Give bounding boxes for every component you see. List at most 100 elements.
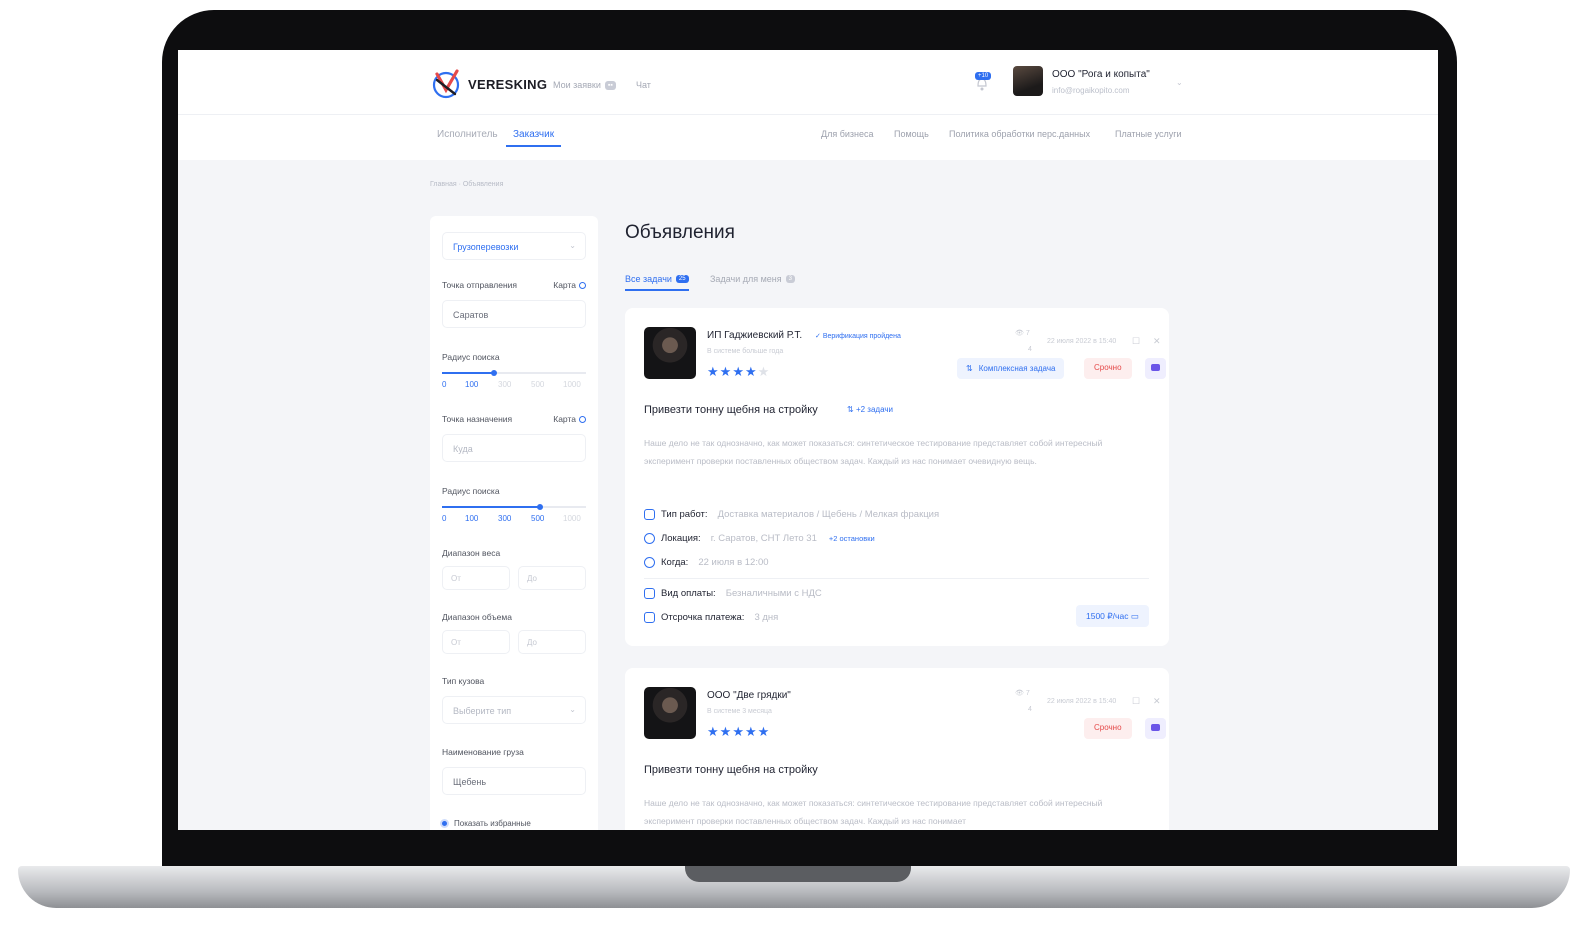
extra-stops-link[interactable]: +2 остановки — [829, 534, 875, 543]
bell-icon[interactable]: +10 — [973, 72, 992, 92]
destination-label: Точка назначения — [442, 414, 513, 424]
close-icon[interactable]: ✕ — [1153, 696, 1161, 707]
star-icon: ★ — [757, 364, 771, 379]
slider-fill — [442, 372, 494, 374]
price-badge[interactable]: 1500 ₽/час ▭ — [1076, 605, 1149, 627]
notification-badge: +10 — [975, 72, 992, 80]
star-icon: ★ — [719, 724, 733, 739]
card-icon: ▭ — [1130, 611, 1139, 621]
origin-value: Саратов — [453, 310, 489, 320]
clock-icon — [644, 557, 655, 568]
complex-task-badge[interactable]: ⇅ Комплексная задача — [957, 358, 1065, 379]
sub-navigation: Исполнитель Заказчик Для бизнеса Помощь … — [178, 115, 1438, 160]
listing-card[interactable]: ИП Гаджиевский Р.Т. ✓ Верификация пройде… — [625, 308, 1169, 646]
tick: 500 — [531, 514, 545, 523]
radius-slider-1[interactable] — [442, 370, 586, 376]
origin-map-link[interactable]: Карта — [553, 280, 586, 290]
chevron-down-icon: ⌄ — [569, 705, 576, 714]
tab-tasks-for-me-label: Задачи для меня — [710, 274, 782, 284]
company-name[interactable]: ООО "Рога и копыта" — [1052, 69, 1150, 80]
link-privacy[interactable]: Политика обработки перс.данных — [949, 129, 1090, 139]
cargo-name-value: Щебень — [453, 777, 487, 787]
star-icon: ★ — [719, 364, 733, 379]
tab-all-tasks-count: 25 — [675, 275, 689, 283]
origin-input[interactable]: Саратов — [442, 300, 586, 328]
listing-description: Наше дело не так однозначно, как может п… — [644, 798, 1103, 826]
chat-icon[interactable] — [1145, 718, 1166, 739]
views-value: 7 — [1025, 330, 1030, 337]
views-count: 👁 7 — [1015, 690, 1030, 697]
star-icon: ★ — [744, 364, 758, 379]
link-paid-services[interactable]: Платные услуги — [1115, 129, 1182, 139]
verified-label: Верификация пройдена — [822, 333, 901, 340]
chevron-down-icon: ⌄ — [569, 241, 576, 250]
slider-handle[interactable] — [491, 370, 497, 376]
tab-executor[interactable]: Исполнитель — [437, 129, 498, 145]
tab-customer[interactable]: Заказчик — [506, 129, 562, 147]
listing-author[interactable]: ИП Гаджиевский Р.Т. — [707, 330, 802, 341]
rating-stars: ★★★★★ — [707, 364, 770, 380]
listing-description: Наше дело не так однозначно, как может п… — [644, 438, 1103, 466]
tick: 0 — [442, 514, 447, 523]
location-icon — [644, 533, 655, 544]
radius-slider-2[interactable] — [442, 504, 586, 510]
top-bar: VERESKING Мои заявки ▪▪ Чат +10 ООО "Рог… — [178, 50, 1438, 115]
volume-from-input[interactable]: От — [442, 630, 510, 654]
nav-chat[interactable]: Чат — [636, 80, 651, 90]
logo-icon — [432, 69, 460, 99]
extra-tasks-link[interactable]: ⇅ +2 задачи — [847, 405, 893, 414]
chat-icon[interactable] — [1145, 358, 1166, 379]
avatar — [644, 327, 696, 379]
star-icon: ★ — [732, 364, 745, 379]
tab-all-tasks[interactable]: Все задачи 25 — [625, 274, 689, 291]
destination-input[interactable]: Куда — [442, 434, 586, 462]
volume-to-input[interactable]: До — [518, 630, 586, 654]
cargo-name-input[interactable]: Щебень — [442, 767, 586, 795]
detail-value: Безналичными с НДС — [725, 588, 822, 599]
link-help[interactable]: Помощь — [894, 129, 929, 139]
urgent-badge: Срочно — [1084, 718, 1132, 739]
tick: 500 — [531, 380, 545, 389]
category-select[interactable]: Грузоперевозки ⌄ — [442, 232, 586, 260]
destination-map-link[interactable]: Карта — [553, 414, 586, 424]
tick: 1000 — [563, 380, 581, 389]
page-title: Объявления — [625, 222, 735, 243]
company-email: info@rogaikopito.com — [1052, 86, 1130, 95]
detail-label: Локация: — [661, 533, 701, 544]
tick: 100 — [465, 514, 479, 523]
bookmark-icon[interactable]: ☐ — [1132, 336, 1140, 347]
radius-label-1: Радиус поиска — [442, 352, 500, 362]
listing-title[interactable]: Привезти тонну щебня на стройку — [644, 404, 818, 416]
detail-value: г. Саратов, СНТ Лето 31 — [710, 533, 817, 544]
listing-card[interactable]: ООО "Две грядки" В системе 3 месяца ★★★★… — [625, 668, 1169, 830]
detail-value: 3 дня — [754, 612, 779, 623]
cargo-name-label: Наименование груза — [442, 747, 524, 757]
listing-author[interactable]: ООО "Две грядки" — [707, 690, 791, 701]
radio-selected-icon[interactable] — [440, 819, 449, 828]
listing-title[interactable]: Привезти тонну щебня на стройку — [644, 764, 818, 776]
detail-when: Когда: 22 июля в 12:00 — [644, 557, 769, 568]
filters-sidebar: Грузоперевозки ⌄ Точка отправления Карта… — [430, 216, 598, 830]
breadcrumb[interactable]: Главная · Объявления — [430, 181, 503, 188]
bookmark-icon[interactable]: ☐ — [1132, 696, 1140, 707]
avatar[interactable] — [1013, 66, 1043, 96]
favorites-radio[interactable]: Показать избранные — [440, 819, 531, 828]
slider-fill — [442, 506, 540, 508]
complex-task-label: Комплексная задача — [978, 364, 1056, 373]
tick: 0 — [442, 380, 447, 389]
close-icon[interactable]: ✕ — [1153, 336, 1161, 347]
replies-count: 4 — [1028, 706, 1032, 713]
slider-handle[interactable] — [537, 504, 543, 510]
destination-placeholder: Куда — [453, 444, 473, 454]
link-business[interactable]: Для бизнеса — [821, 129, 874, 139]
price-value: 1500 ₽/час — [1086, 611, 1129, 621]
weight-from-input[interactable]: От — [442, 566, 510, 590]
weight-to-input[interactable]: До — [518, 566, 586, 590]
chevron-down-icon[interactable]: ⌄ — [1176, 78, 1183, 87]
body-type-select[interactable]: Выберите тип ⌄ — [442, 696, 586, 724]
logo[interactable]: VERESKING — [430, 68, 547, 100]
star-icon: ★ — [744, 724, 758, 739]
tab-tasks-for-me[interactable]: Задачи для меня 3 — [710, 274, 795, 289]
detail-value: Доставка материалов / Щебень / Мелкая фр… — [717, 509, 940, 520]
nav-my-orders[interactable]: Мои заявки ▪▪ — [553, 80, 616, 90]
